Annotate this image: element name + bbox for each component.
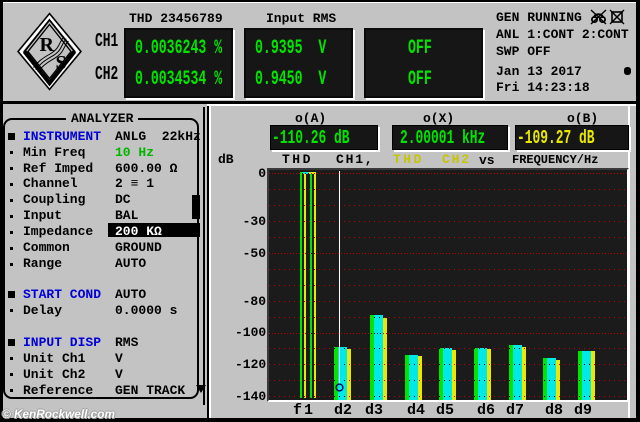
- svg-text:R: R: [40, 34, 55, 56]
- svg-text:S: S: [56, 52, 67, 74]
